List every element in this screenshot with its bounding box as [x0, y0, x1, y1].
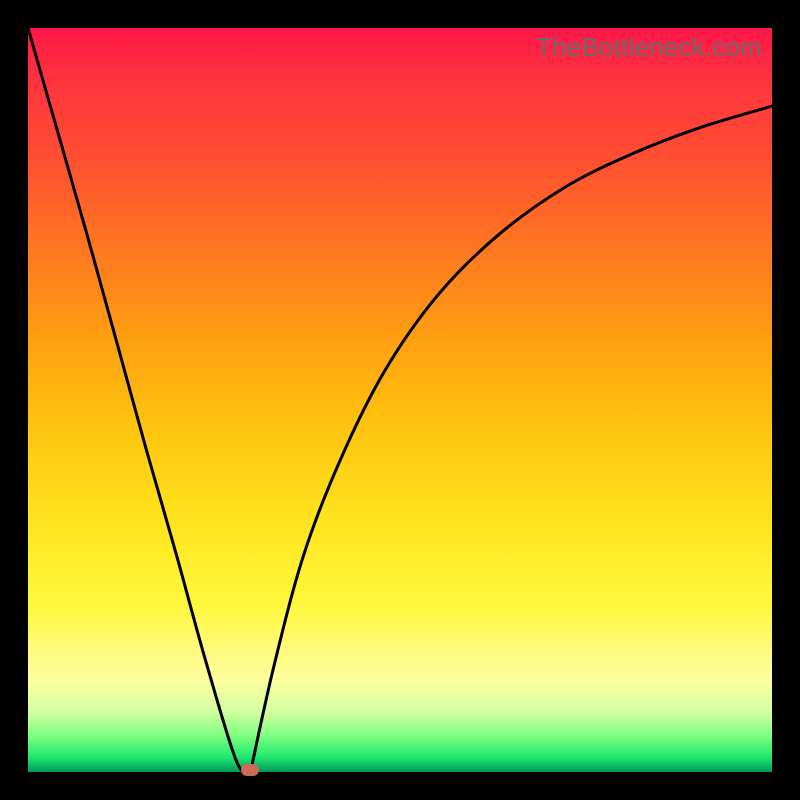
- bottleneck-curve: [28, 28, 772, 772]
- curve-path: [28, 28, 772, 772]
- minimum-marker: [241, 764, 259, 776]
- chart-plot-area: TheBottleneck.com: [28, 28, 772, 772]
